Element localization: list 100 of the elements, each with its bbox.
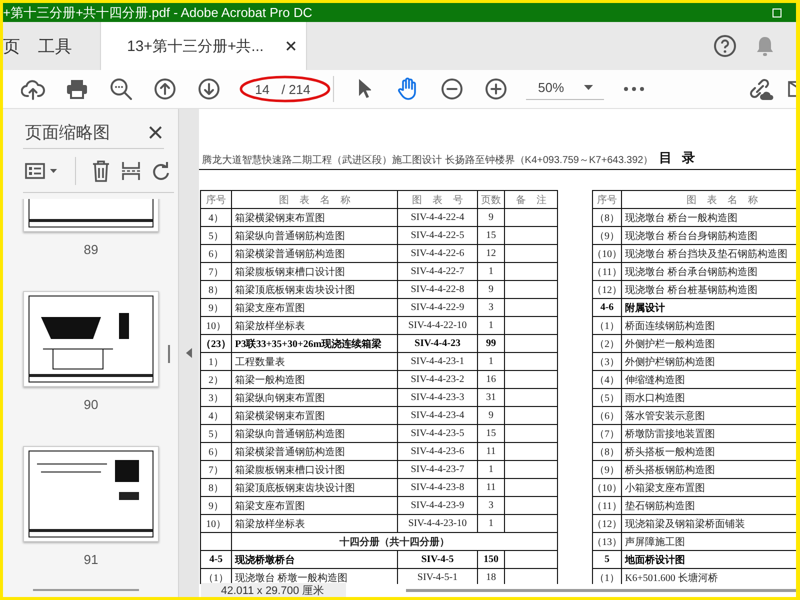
- tab[interactable]: 13+第十三分册+共...: [100, 22, 307, 70]
- table-cell: （6）: [593, 407, 622, 425]
- table-cell: SIV-4-4-22-10: [398, 317, 478, 335]
- close-icon[interactable]: [149, 126, 162, 139]
- table-cell: 6）: [201, 443, 232, 461]
- table-cell: 3: [478, 299, 505, 317]
- table-cell: SIV-4-4-23-2: [398, 371, 478, 389]
- table-cell: SIV-4-4-23-5: [398, 425, 478, 443]
- page-count: / 214: [281, 82, 310, 96]
- table-cell: （4）: [593, 371, 622, 389]
- table-cell: 声屏障施工图: [622, 533, 796, 551]
- zoom-out-icon[interactable]: [441, 78, 463, 100]
- scrollbar[interactable]: [168, 345, 170, 363]
- extract-pages-icon[interactable]: [122, 160, 140, 180]
- table-cell: 4）: [201, 407, 232, 425]
- table-cell: [505, 371, 558, 389]
- table-cell: [505, 515, 558, 533]
- table-cell: [505, 317, 558, 335]
- scrollbar[interactable]: [406, 589, 796, 592]
- table-cell: SIV-4-4-22-5: [398, 227, 478, 245]
- table-cell: 箱梁腹板钢束槽口设计图: [232, 461, 398, 479]
- table-cell: [505, 407, 558, 425]
- table-cell: 现浇墩台 桥台桩基钢筋构造图: [622, 281, 796, 299]
- table-cell: 10）: [201, 515, 232, 533]
- arrow-down-icon[interactable]: [198, 78, 220, 100]
- table-cell: 9）: [201, 497, 232, 515]
- table-cell: （3）: [593, 353, 622, 371]
- table-cell: （10）: [593, 479, 622, 497]
- table-cell: 7）: [201, 263, 232, 281]
- table-cell: 箱梁腹板钢束槽口设计图: [232, 263, 398, 281]
- table-cell: SIV-4-4-23-9: [398, 497, 478, 515]
- table-cell: [505, 461, 558, 479]
- table-cell: 箱梁顶底板钢束齿块设计图: [232, 479, 398, 497]
- document-title: 目 录: [659, 149, 695, 167]
- table-cell: 十四分册（共十四分册）: [232, 533, 558, 551]
- table-cell: 箱梁支座布置图: [232, 497, 398, 515]
- hand-icon[interactable]: [397, 77, 419, 101]
- rotate-icon[interactable]: [152, 160, 170, 180]
- table-cell: [505, 443, 558, 461]
- tab[interactable]: 工具: [38, 22, 88, 70]
- table-cell: 9: [478, 407, 505, 425]
- table-cell: （11）: [593, 263, 622, 281]
- table-cell: SIV-4-4-23-1: [398, 353, 478, 371]
- table-cell: SIV-4-4-22-8: [398, 281, 478, 299]
- zoom-in-icon[interactable]: [485, 78, 507, 100]
- table-cell: 15: [478, 227, 505, 245]
- table-cell: SIV-4-4-22-4: [398, 209, 478, 227]
- table-cell: 桥墩防雷接地装置图: [622, 425, 796, 443]
- close-icon[interactable]: [286, 41, 296, 51]
- table-cell: 地面桥设计图: [622, 551, 796, 569]
- table-cell: [505, 479, 558, 497]
- table-cell: 箱梁横梁钢束布置图: [232, 209, 398, 227]
- table-cell: 1: [478, 515, 505, 533]
- table-cell: 工程数量表: [232, 353, 398, 371]
- column-header: 图 表 名 称: [232, 191, 398, 209]
- table-cell: 落水管安装示意图: [622, 407, 796, 425]
- table-cell: SIV-4-4-23-3: [398, 389, 478, 407]
- table-cell: 8）: [201, 479, 232, 497]
- table-cell: SIV-4-4-23-4: [398, 407, 478, 425]
- more-icon[interactable]: [624, 87, 644, 91]
- table-cell: 桥头搭板钢筋构造图: [622, 461, 796, 479]
- table-cell: （5）: [593, 389, 622, 407]
- column-header: 序号: [201, 191, 232, 209]
- table-cell: （13）: [593, 533, 622, 551]
- table-cell: （12）: [593, 515, 622, 533]
- zoom-out-icon[interactable]: [110, 78, 132, 100]
- zoom-dropdown[interactable]: 50%: [526, 78, 604, 100]
- page-label: 91: [84, 552, 98, 567]
- scrollbar[interactable]: [33, 589, 139, 591]
- table-cell: （1）: [593, 317, 622, 335]
- table-cell: 箱梁放样坐标表: [232, 317, 398, 335]
- table-cell: 箱梁纵向普通钢筋构造图: [232, 425, 398, 443]
- arrow-up-icon[interactable]: [154, 78, 176, 100]
- table-cell: 现浇墩台 桥台挡块及垫石钢筋构造图: [622, 245, 796, 263]
- table-cell: 箱梁横梁普通钢筋构造图: [232, 443, 398, 461]
- link-cloud-icon[interactable]: [748, 77, 774, 101]
- table-cell: （10）: [593, 245, 622, 263]
- table-cell: 1）: [201, 353, 232, 371]
- collapse-icon[interactable]: [186, 348, 192, 358]
- page-number-field[interactable]: 14: [251, 80, 274, 98]
- table-cell: 箱梁支座布置图: [232, 299, 398, 317]
- table-cell: 附属设计: [622, 299, 796, 317]
- tab[interactable]: 页: [3, 22, 38, 70]
- table-cell: [505, 245, 558, 263]
- restore-icon[interactable]: [772, 8, 782, 18]
- print-icon[interactable]: [66, 79, 88, 99]
- trash-icon[interactable]: [92, 160, 110, 182]
- panel-title: 页面缩略图: [25, 122, 110, 144]
- table-cell: 5）: [201, 227, 232, 245]
- table-cell: 12: [478, 245, 505, 263]
- cloud-upload-icon[interactable]: [21, 78, 45, 100]
- options-dropdown[interactable]: [23, 160, 59, 180]
- table-cell: 15: [478, 425, 505, 443]
- table-cell: 外侧护栏钢筋构造图: [622, 353, 796, 371]
- help-icon[interactable]: [714, 35, 736, 57]
- table-cell: 雨水口构造图: [622, 389, 796, 407]
- table-cell: 150: [478, 551, 505, 569]
- table-cell: [505, 353, 558, 371]
- pointer-icon[interactable]: [357, 78, 371, 100]
- table-cell: 1: [478, 461, 505, 479]
